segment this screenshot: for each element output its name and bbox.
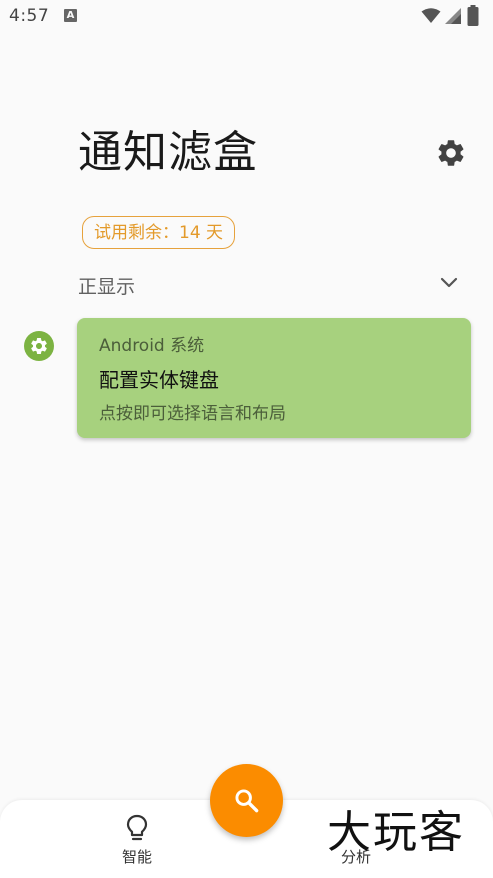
chevron-down-icon bbox=[440, 277, 458, 288]
notification-app-name: Android 系统 bbox=[99, 336, 205, 356]
search-icon bbox=[235, 789, 259, 813]
notification-card[interactable]: Android 系统 配置实体键盘 点按即可选择语言和布局 bbox=[77, 318, 471, 438]
notification-app-icon bbox=[24, 331, 54, 361]
nav-item-smart[interactable]: 智能 bbox=[107, 812, 167, 872]
notification-title: 配置实体键盘 bbox=[99, 368, 219, 392]
search-fab-button[interactable] bbox=[210, 764, 283, 837]
showing-section-header[interactable]: 正显示 bbox=[0, 264, 493, 306]
notification-text: 点按即可选择语言和布局 bbox=[99, 404, 286, 424]
signal-icon bbox=[445, 8, 461, 24]
status-time: 4:57 bbox=[9, 6, 50, 26]
page-title: 通知滤盒 bbox=[78, 127, 258, 178]
gear-icon bbox=[31, 338, 47, 354]
bulb-icon bbox=[126, 814, 148, 841]
battery-icon bbox=[467, 5, 479, 26]
trial-remaining-badge: 试用剩余：14 天 bbox=[82, 216, 236, 249]
nav-label-smart: 智能 bbox=[121, 848, 152, 866]
settings-button[interactable] bbox=[435, 137, 467, 169]
watermark-logo: 大玩客 bbox=[327, 807, 465, 858]
status-bar: 4:57 A bbox=[0, 0, 493, 34]
wifi-icon bbox=[421, 8, 441, 23]
section-label: 正显示 bbox=[78, 276, 136, 298]
gear-icon bbox=[438, 140, 464, 166]
notification-a-icon: A bbox=[64, 9, 77, 22]
